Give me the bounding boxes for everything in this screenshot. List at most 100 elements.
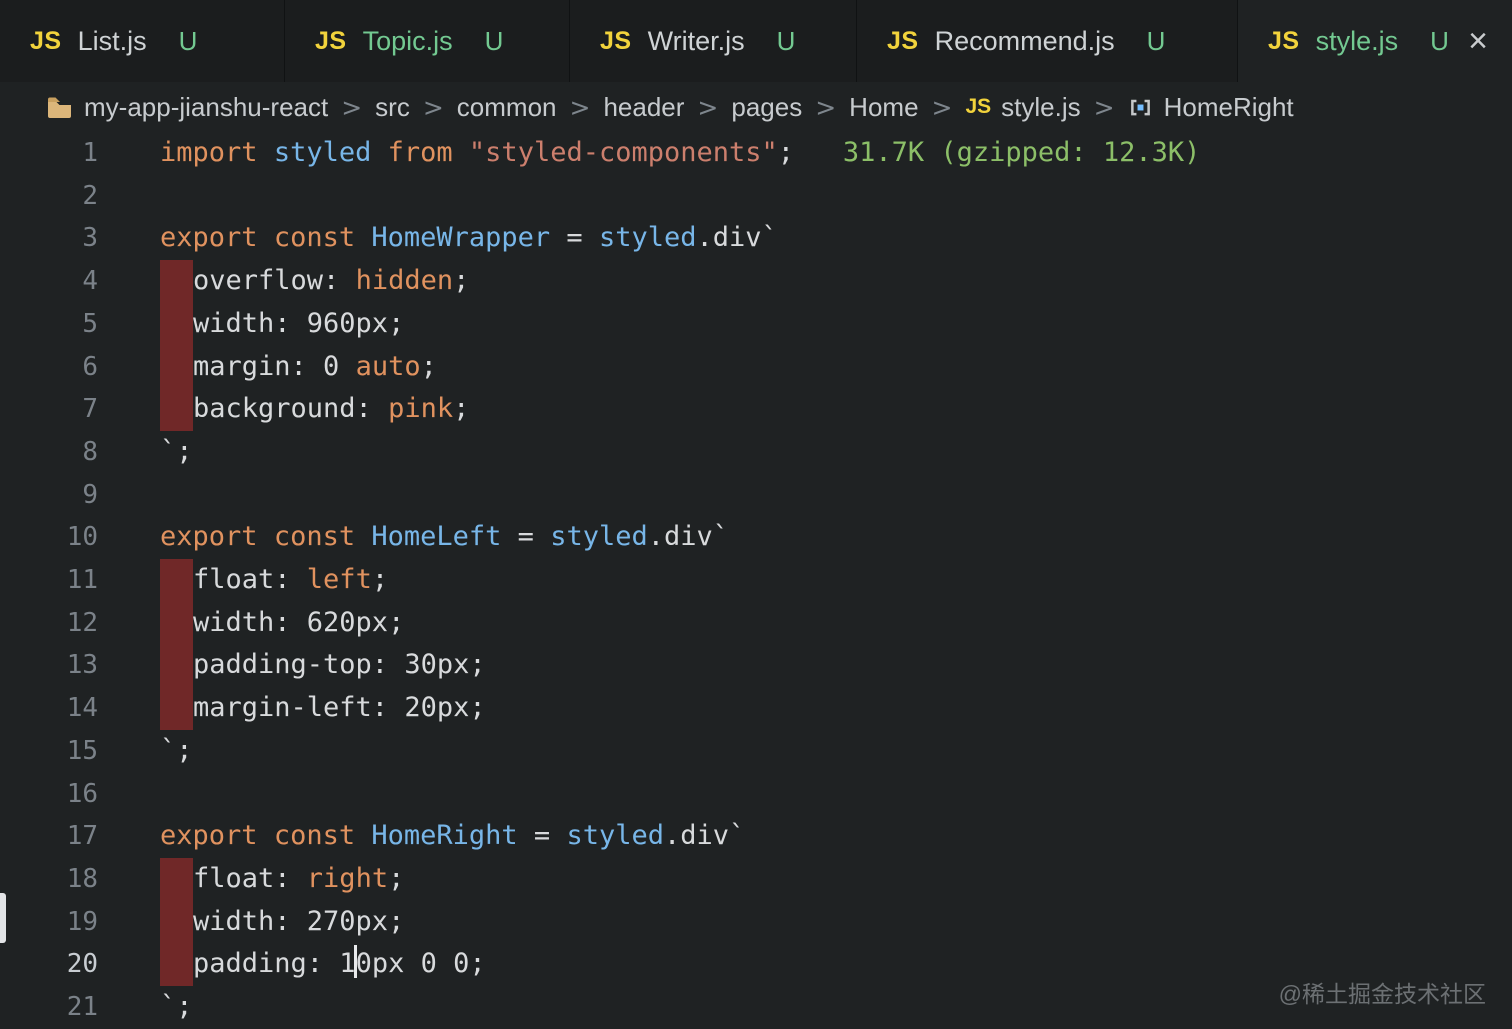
folder-icon bbox=[46, 96, 73, 119]
code-line-content[interactable] bbox=[98, 773, 160, 816]
token: .div` bbox=[696, 222, 778, 254]
code-line-content[interactable]: padding: 10px 0 0; bbox=[98, 943, 486, 987]
token: HomeWrapper bbox=[371, 222, 551, 254]
code-editor: 1 import styled from "styled-components";… bbox=[0, 132, 1512, 1029]
line-number[interactable]: 15 bbox=[0, 730, 98, 773]
token: float: bbox=[193, 862, 307, 894]
code-line: 6 margin: 0 auto; bbox=[0, 345, 1512, 389]
breadcrumb-item-style.js[interactable]: JS style.js bbox=[965, 92, 1080, 123]
code-line-content[interactable]: width: 270px; bbox=[98, 900, 404, 944]
tab-Recommend.js[interactable]: JS Recommend.js U bbox=[857, 0, 1238, 82]
token: `; bbox=[160, 991, 193, 1023]
token: left bbox=[306, 564, 372, 596]
line-number[interactable]: 13 bbox=[0, 644, 98, 687]
indent-highlight bbox=[160, 943, 193, 987]
line-number[interactable]: 9 bbox=[0, 474, 98, 517]
chevron-right-icon: > bbox=[697, 92, 719, 122]
breadcrumb-item-header[interactable]: header bbox=[603, 92, 684, 123]
code-line: 10 export const HomeLeft = styled.div` bbox=[0, 516, 1512, 559]
chevron-right-icon: > bbox=[931, 92, 953, 122]
line-number[interactable]: 11 bbox=[0, 559, 98, 602]
code-line: 7 background: pink; bbox=[0, 388, 1512, 431]
indent-highlight bbox=[160, 644, 193, 688]
code-line-content[interactable]: `; bbox=[98, 730, 193, 773]
line-number[interactable]: 16 bbox=[0, 773, 98, 816]
code-line-content[interactable]: margin-left: 20px; bbox=[98, 687, 486, 730]
tab-Topic.js[interactable]: JS Topic.js U bbox=[285, 0, 570, 82]
indent-highlight bbox=[160, 900, 193, 944]
symbol-icon bbox=[1128, 95, 1153, 120]
code-line-content[interactable]: padding-top: 30px; bbox=[98, 644, 486, 688]
chevron-right-icon: > bbox=[1093, 92, 1115, 122]
code-line-content[interactable] bbox=[98, 175, 160, 218]
code-line-content[interactable]: export const HomeWrapper = styled.div` bbox=[98, 217, 778, 260]
code-line: 16 bbox=[0, 773, 1512, 816]
tab-List.js[interactable]: JS List.js U bbox=[0, 0, 285, 82]
code-line-content[interactable]: import styled from "styled-components"; … bbox=[98, 132, 1200, 175]
indent-highlight bbox=[160, 302, 193, 346]
tab-style.js[interactable]: JS style.js U × bbox=[1238, 0, 1512, 82]
close-tab-icon[interactable]: × bbox=[1464, 24, 1492, 58]
code-line-content[interactable]: overflow: hidden; bbox=[98, 260, 469, 303]
line-number[interactable]: 7 bbox=[0, 388, 98, 431]
token: right bbox=[306, 862, 389, 894]
breadcrumb-label: common bbox=[456, 91, 557, 122]
breadcrumb-item-pages[interactable]: pages bbox=[731, 92, 802, 123]
breadcrumb-label: pages bbox=[731, 91, 803, 122]
line-number[interactable]: 20 bbox=[0, 943, 98, 986]
chevron-right-icon: > bbox=[341, 92, 363, 122]
line-number[interactable]: 5 bbox=[0, 303, 98, 346]
code-line-content[interactable]: export const HomeLeft = styled.div` bbox=[98, 516, 729, 559]
breadcrumb-item-src[interactable]: src bbox=[375, 92, 410, 123]
breadcrumb-item-common[interactable]: common bbox=[457, 92, 557, 123]
token: background: bbox=[193, 393, 389, 425]
indent-highlight bbox=[160, 260, 193, 303]
code-line-content[interactable]: `; bbox=[98, 431, 193, 474]
line-number[interactable]: 3 bbox=[0, 217, 98, 260]
breadcrumb-item-my-app-jianshu-react[interactable]: my-app-jianshu-react bbox=[46, 92, 328, 123]
token: pink bbox=[388, 393, 454, 425]
chevron-right-icon: > bbox=[569, 92, 591, 122]
line-number[interactable]: 4 bbox=[0, 260, 98, 303]
code-line-content[interactable]: float: left; bbox=[98, 559, 388, 602]
breadcrumb: my-app-jianshu-react > src > common > header > p… bbox=[0, 82, 1512, 132]
line-number[interactable]: 1 bbox=[0, 132, 98, 175]
line-number[interactable]: 17 bbox=[0, 815, 98, 858]
code-line: 11 float: left; bbox=[0, 559, 1512, 602]
line-number[interactable]: 18 bbox=[0, 858, 98, 901]
token: from bbox=[387, 137, 453, 168]
code-line: 1 import styled from "styled-components";… bbox=[0, 132, 1512, 175]
line-number[interactable]: 6 bbox=[0, 346, 98, 389]
code-line-content[interactable]: export const HomeRight = styled.div` bbox=[98, 815, 745, 858]
code-line-content[interactable] bbox=[98, 474, 160, 517]
breadcrumb-item-HomeRight[interactable]: HomeRight bbox=[1128, 92, 1294, 123]
code-line-content[interactable]: `; bbox=[98, 986, 193, 1029]
tab-label: style.js bbox=[1315, 25, 1399, 56]
token: width: 960px; bbox=[193, 307, 405, 339]
left-edge-indicator bbox=[0, 893, 6, 943]
code-line-content[interactable]: background: pink; bbox=[98, 388, 469, 431]
code-line-content[interactable]: margin: 0 auto; bbox=[98, 345, 437, 389]
code-line-content[interactable]: float: right; bbox=[98, 857, 404, 901]
line-number[interactable]: 19 bbox=[0, 901, 98, 944]
code-line: 4 overflow: hidden; bbox=[0, 260, 1512, 303]
tab-Writer.js[interactable]: JS Writer.js U bbox=[570, 0, 857, 82]
line-number[interactable]: 21 bbox=[0, 986, 98, 1029]
js-file-icon: JS bbox=[600, 26, 632, 55]
js-file-icon: JS bbox=[1268, 26, 1300, 55]
line-number[interactable]: 8 bbox=[0, 431, 98, 474]
line-number[interactable]: 2 bbox=[0, 175, 98, 218]
token: padding-top: 30px; bbox=[193, 649, 486, 681]
breadcrumb-item-Home[interactable]: Home bbox=[849, 92, 918, 123]
token: overflow: bbox=[193, 265, 356, 297]
code-line-content[interactable]: width: 620px; bbox=[98, 601, 404, 645]
line-number[interactable]: 12 bbox=[0, 602, 98, 645]
line-number[interactable]: 14 bbox=[0, 687, 98, 730]
code-line-content[interactable]: width: 960px; bbox=[98, 302, 405, 346]
line-number[interactable]: 10 bbox=[0, 516, 98, 559]
js-file-icon: JS bbox=[30, 26, 62, 55]
breadcrumb-label: HomeRight bbox=[1163, 91, 1294, 122]
